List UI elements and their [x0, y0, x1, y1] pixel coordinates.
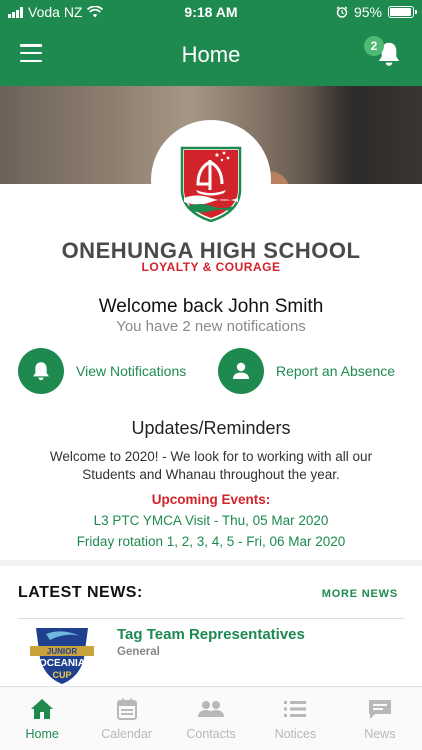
updates-title: Updates/Reminders [131, 418, 291, 438]
view-notifications-button[interactable]: View Notifications [18, 348, 186, 394]
more-news-link[interactable]: MORE NEWS [322, 588, 398, 600]
welcome-heading: Welcome back John Smith [98, 296, 324, 317]
battery-icon [388, 6, 417, 18]
tab-calendar-label: Calendar [101, 727, 152, 741]
school-motto: LOYALTY & COURAGE [141, 260, 281, 274]
view-notifications-label: View Notifications [76, 363, 187, 379]
status-bar: Voda NZ 9:18 AM 95% [0, 0, 422, 24]
notification-action-circle [18, 348, 64, 394]
upcoming-events-title: Upcoming Events: [151, 492, 271, 507]
tab-news[interactable]: News [338, 687, 422, 750]
thumb-line3: CUP [52, 670, 71, 680]
list-icon [284, 701, 307, 717]
thumb-line1: JUNIOR [47, 647, 77, 656]
thumb-line2: OCEANIA [39, 658, 85, 669]
home-icon [31, 699, 54, 719]
divider [18, 618, 404, 619]
latest-news-section: LATEST NEWS: MORE NEWS JUNIOR OCEANIA CU… [0, 566, 422, 686]
tab-news-label: News [364, 727, 396, 741]
latest-news-header: LATEST NEWS: [18, 584, 143, 601]
school-crest-logo [180, 146, 242, 222]
battery-fill [390, 8, 411, 16]
tab-contacts[interactable]: Contacts [169, 687, 253, 750]
tab-contacts-label: Contacts [186, 727, 236, 741]
updates-body: Welcome to 2020! - We look for to workin… [49, 449, 373, 482]
notification-count-badge: 2 [364, 36, 384, 56]
status-right: 95% [336, 4, 417, 20]
chat-icon [368, 700, 391, 719]
tab-calendar[interactable]: Calendar [84, 687, 168, 750]
person-icon [233, 362, 249, 379]
report-absence-button[interactable]: Report an Absence [218, 348, 395, 394]
battery-percent: 95% [353, 4, 382, 20]
news-thumbnail[interactable]: JUNIOR OCEANIA CUP [26, 626, 98, 684]
alarm-icon [336, 6, 348, 18]
tab-home[interactable]: Home [0, 687, 84, 750]
absence-action-circle [218, 348, 264, 394]
tab-notices[interactable]: Notices [253, 687, 337, 750]
news-item-category: General [117, 646, 160, 658]
tab-home-label: Home [25, 727, 59, 741]
page-title: Home [181, 42, 241, 67]
event-item[interactable]: L3 PTC YMCA Visit - Thu, 05 Mar 2020 [0, 513, 422, 528]
app-bar: Home 2 [0, 24, 422, 86]
bell-icon [33, 362, 49, 381]
notifications-summary: You have 2 new notifications [116, 318, 306, 335]
contacts-icon [198, 701, 225, 717]
event-item[interactable]: Friday rotation 1, 2, 3, 4, 5 - Fri, 06 … [0, 534, 422, 549]
news-item-title[interactable]: Tag Team Representatives [117, 626, 305, 643]
calendar-icon [116, 698, 137, 720]
report-absence-label: Report an Absence [276, 363, 396, 379]
tab-notices-label: Notices [274, 727, 317, 741]
bottom-tab-bar: Home Calendar Contacts Notices News [0, 686, 422, 750]
